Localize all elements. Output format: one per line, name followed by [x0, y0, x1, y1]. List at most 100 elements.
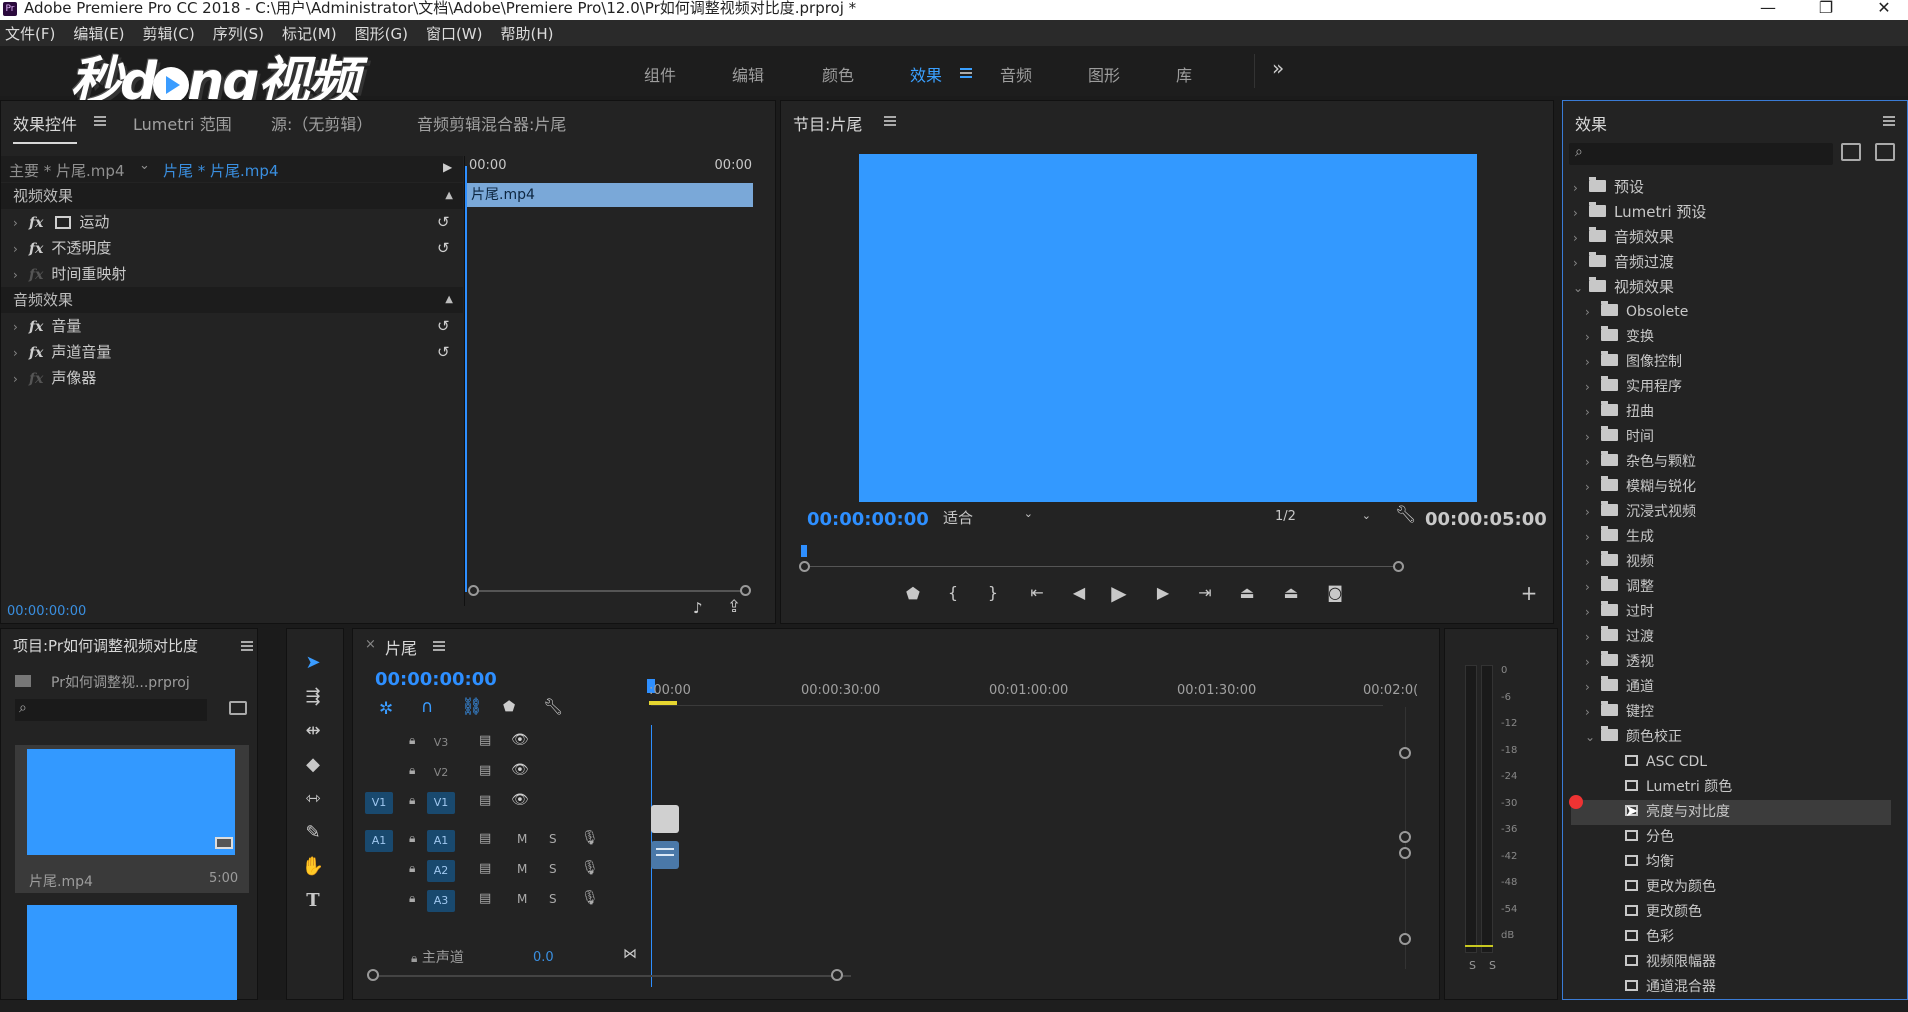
effects-subfolder[interactable]: › 透视 [1585, 650, 1654, 675]
resolution-dropdown[interactable]: 1/2 ⌄ [1271, 509, 1375, 529]
project-menu-icon[interactable] [241, 641, 253, 651]
track-area[interactable] [647, 655, 1411, 987]
lock-icon[interactable]: 🔒︎ [411, 951, 417, 965]
workspace-more-button[interactable]: » [1272, 56, 1284, 80]
expand-chevron-icon[interactable]: › [1585, 675, 1601, 700]
lock-icon[interactable]: 🔒︎ [409, 763, 415, 778]
project-scrollbar[interactable] [265, 629, 271, 1001]
linked-selection-icon[interactable]: ⛓︎ [461, 697, 483, 717]
effect-item[interactable]: 均衡 [1571, 850, 1891, 875]
step-back-icon[interactable]: ◀ [1067, 583, 1091, 602]
menu-graphics[interactable]: 图形(G) [355, 23, 408, 44]
effects-subfolder[interactable]: › 杂色与颗粒 [1585, 450, 1696, 475]
menu-edit[interactable]: 编辑(E) [73, 23, 124, 44]
effects-tree-presets[interactable]: › 预设 [1573, 175, 1644, 200]
program-timecode[interactable]: 00:00:00:00 [807, 509, 929, 530]
expand-chevron-icon[interactable]: › [1585, 475, 1601, 500]
effect-item[interactable]: 视频限幅器 [1571, 950, 1891, 975]
timeline-close-button[interactable]: × [365, 637, 376, 652]
zoom-scrollbar[interactable] [472, 590, 742, 592]
lift-icon[interactable]: ⏏ [1235, 583, 1259, 602]
timeline-title[interactable]: 片尾 [385, 635, 417, 659]
lock-icon[interactable]: 🔒︎ [409, 891, 415, 906]
reset-icon[interactable]: ↺ [437, 209, 450, 235]
effects-subfolder[interactable]: › 键控 [1585, 700, 1654, 725]
workspace-tab-audio[interactable]: 音频 [1000, 62, 1032, 86]
effect-row-volume[interactable]: › fx 音量 ↺ [1, 313, 463, 339]
bin-icon[interactable] [229, 701, 247, 715]
type-tool-icon[interactable]: T [301, 889, 325, 913]
expand-timeline-icon[interactable]: ▶ [443, 160, 452, 174]
sequence-clip-label[interactable]: 片尾 * 片尾.mp4 [163, 160, 278, 181]
timeline-zoom-right[interactable] [831, 969, 843, 981]
sync-lock-icon[interactable]: ▤ [479, 763, 491, 778]
close-button[interactable]: ✕ [1864, 0, 1904, 20]
expand-chevron-icon[interactable]: › [13, 340, 29, 366]
effects-subfolder[interactable]: › Obsolete [1585, 300, 1688, 325]
clip-bar[interactable]: 片尾.mp4 [467, 183, 753, 207]
expand-chevron-icon[interactable]: › [1573, 176, 1589, 201]
snap-icon[interactable]: ∩ [421, 697, 433, 717]
expand-chevron-icon[interactable]: › [1585, 550, 1601, 575]
menu-help[interactable]: 帮助(H) [500, 23, 553, 44]
track-select-tool-icon[interactable]: ⇶ [301, 685, 325, 709]
effects-tree-audio-effects[interactable]: › 音频效果 [1573, 225, 1674, 250]
expand-chevron-icon[interactable]: › [1585, 350, 1601, 375]
microphone-icon[interactable]: 🎙︎ [581, 860, 599, 876]
effects-subfolder[interactable]: › 变换 [1585, 325, 1654, 350]
expand-chevron-icon[interactable]: › [13, 366, 29, 392]
tab-lumetri-scopes[interactable]: Lumetri 范围 [133, 111, 232, 135]
project-clip-item[interactable]: 片尾.mp4 5:00 [15, 745, 249, 893]
restore-button[interactable]: ❐ [1806, 0, 1846, 20]
effects-subfolder[interactable]: › 过渡 [1585, 625, 1654, 650]
master-end-icon[interactable]: ⋈ [623, 946, 637, 962]
eye-icon[interactable]: 👁︎ [511, 792, 529, 808]
wrench-icon[interactable]: 🔧︎ [1395, 505, 1417, 525]
program-monitor-title[interactable]: 节目:片尾 [793, 111, 862, 135]
clip-thumbnail-2[interactable] [27, 905, 237, 1001]
effect-row-opacity[interactable]: › fx 不透明度 ↺ [1, 235, 463, 261]
lock-icon[interactable]: 🔒︎ [409, 793, 415, 808]
sync-lock-icon[interactable]: ▤ [479, 733, 491, 748]
workspace-tab-assembly[interactable]: 组件 [644, 62, 676, 86]
effects-subfolder[interactable]: ⌄ 颜色校正 [1585, 725, 1682, 750]
effects-subfolder[interactable]: › 过时 [1585, 600, 1654, 625]
program-playhead[interactable] [801, 545, 807, 557]
timeline-settings-icon[interactable]: 🔧︎ [543, 697, 563, 716]
timeline-horizontal-scroll[interactable] [373, 975, 851, 977]
reset-icon[interactable]: ↺ [437, 235, 450, 261]
fit-dropdown[interactable]: 适合 ⌄ [937, 507, 1039, 529]
reset-icon[interactable]: ↺ [437, 339, 450, 365]
expand-chevron-icon[interactable]: › [13, 262, 29, 288]
expand-chevron-icon[interactable]: › [1573, 226, 1589, 251]
effect-row-time-remap[interactable]: › fx 时间重映射 [1, 261, 463, 287]
timeline-timecode[interactable]: 00:00:00:00 [375, 669, 497, 690]
effect-item[interactable]: ASC CDL [1571, 750, 1891, 775]
export-icon[interactable]: ⇪ [727, 597, 741, 617]
play-audio-icon[interactable]: ♪ [693, 599, 703, 617]
mute-button[interactable]: M [517, 832, 527, 846]
menu-sequence[interactable]: 序列(S) [213, 23, 264, 44]
track-target[interactable]: A1 [427, 830, 455, 852]
lock-icon[interactable]: 🔒︎ [409, 861, 415, 876]
solo-left-button[interactable]: S [1469, 959, 1476, 972]
expand-chevron-icon[interactable]: › [1585, 525, 1601, 550]
add-button-icon[interactable]: + [1517, 581, 1541, 605]
solo-right-button[interactable]: S [1489, 959, 1496, 972]
workspace-tab-effects[interactable]: 效果 [910, 62, 942, 86]
program-scrub-bar[interactable] [805, 566, 1399, 567]
scrub-handle-right[interactable] [1393, 561, 1404, 572]
master-volume[interactable]: 0.0 [533, 950, 554, 965]
video-scroll-handle-top[interactable] [1399, 747, 1411, 759]
track-target[interactable]: V3 [427, 732, 455, 754]
go-to-out-icon[interactable]: ⇥ [1193, 583, 1217, 602]
collapse-chevron-icon[interactable]: ⌄ [1573, 276, 1589, 301]
source-patch-v1[interactable]: V1 [365, 792, 393, 814]
play-icon[interactable]: ▶ [1107, 581, 1131, 605]
collapse-chevron-icon[interactable]: ⌄ [1585, 725, 1601, 750]
expand-chevron-icon[interactable]: › [1585, 400, 1601, 425]
effects-subfolder[interactable]: › 实用程序 [1585, 375, 1682, 400]
effects-tree-lumetri-presets[interactable]: › Lumetri 预设 [1573, 200, 1706, 225]
camera-icon[interactable]: ◙ [1323, 583, 1347, 602]
effect-item[interactable]: 更改颜色 [1571, 900, 1891, 925]
